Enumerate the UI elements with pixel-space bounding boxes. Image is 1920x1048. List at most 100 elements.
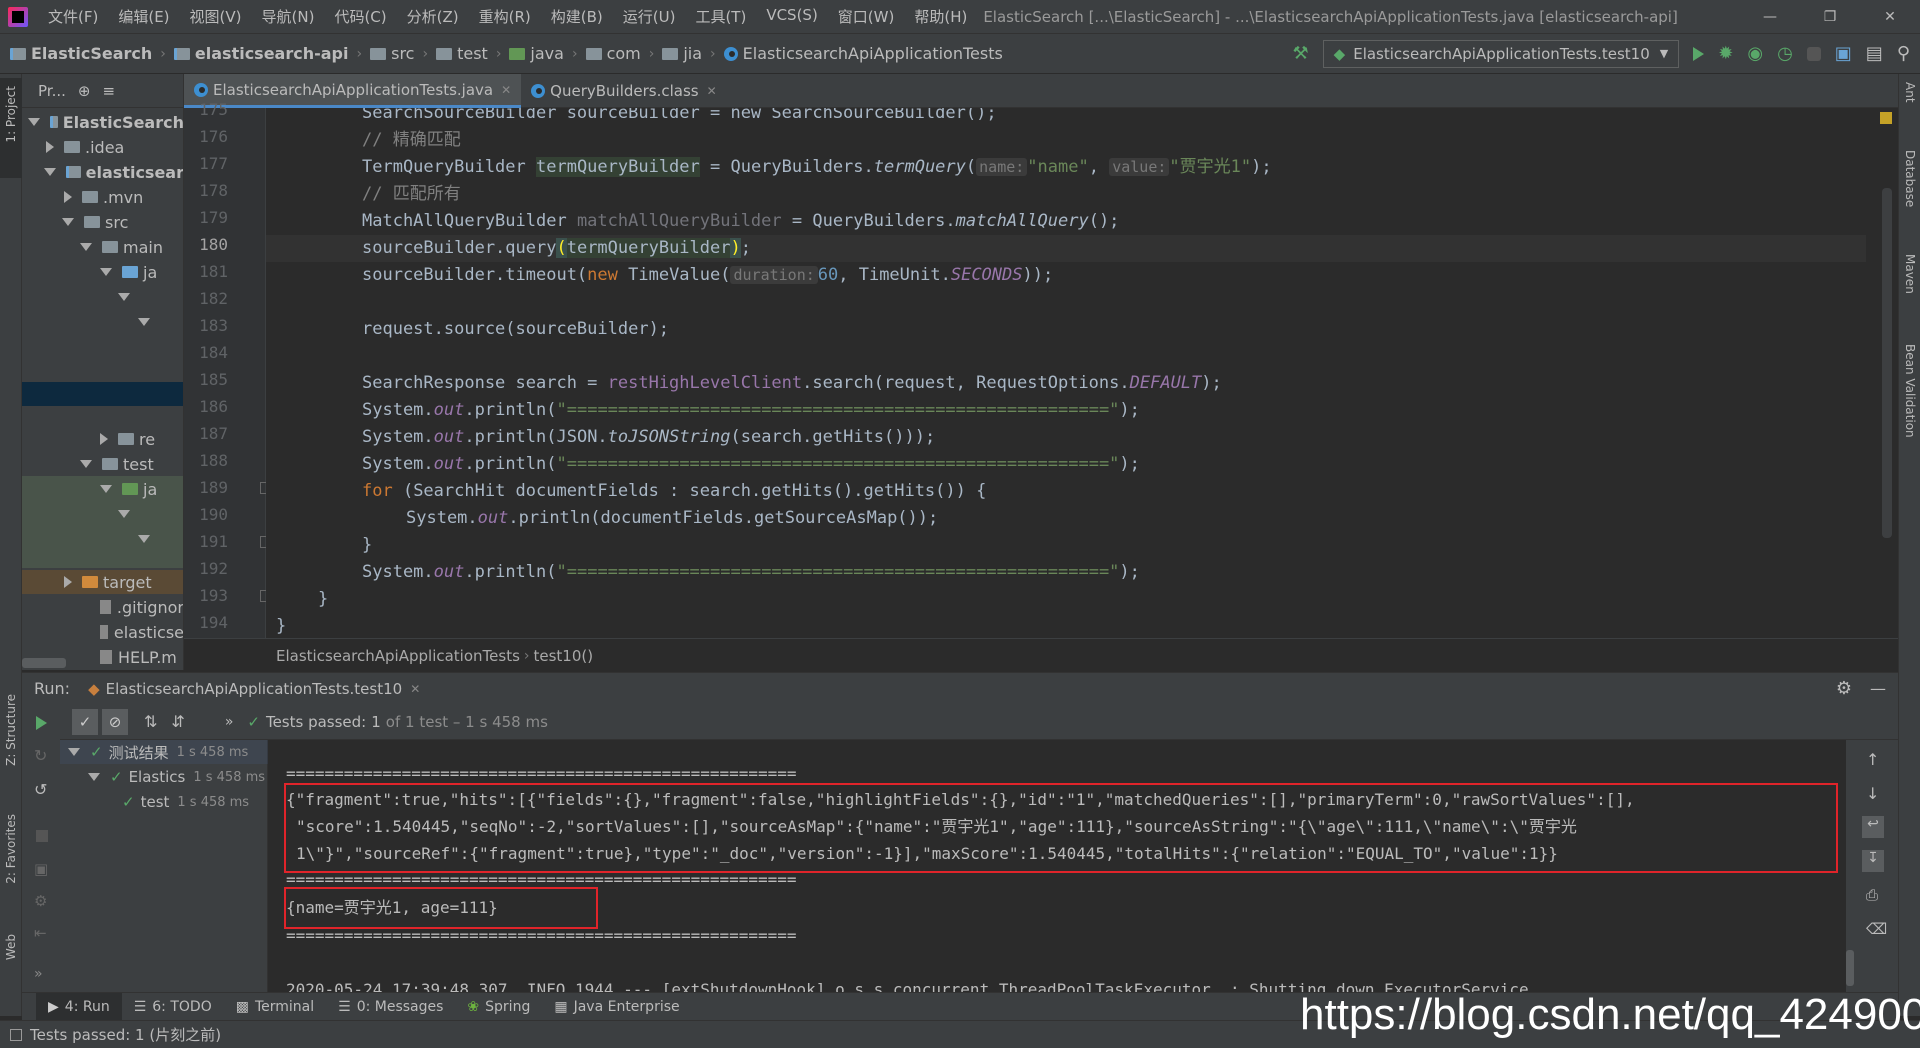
menu-help[interactable]: 帮助(H) bbox=[904, 6, 977, 27]
close-tab-icon[interactable]: ✕ bbox=[410, 682, 420, 696]
menu-tools[interactable]: 工具(T) bbox=[685, 6, 756, 27]
scroll-to-end-icon[interactable]: ↧ bbox=[1862, 850, 1884, 872]
project-tool-tab[interactable]: 1: Project bbox=[0, 78, 22, 178]
favorites-tool-label[interactable]: 2: Favorites bbox=[4, 814, 18, 884]
tab-terminal[interactable]: ▩ Terminal bbox=[224, 993, 326, 1021]
print-icon[interactable]: ⎙ bbox=[1866, 886, 1878, 904]
test-root[interactable]: ✓ 测试结果 1 s 458 ms bbox=[68, 740, 248, 764]
breadcrumb-module[interactable]: elasticsearch-api bbox=[170, 44, 353, 63]
build-hammer-icon[interactable]: ⚒ bbox=[1293, 43, 1309, 64]
run-icon[interactable] bbox=[1693, 46, 1705, 61]
tree-item-package[interactable] bbox=[22, 310, 183, 334]
minimize-icon[interactable]: — bbox=[1740, 9, 1800, 25]
tree-item-test[interactable]: test bbox=[22, 452, 183, 476]
breadcrumb-method[interactable]: test10() bbox=[534, 647, 594, 665]
minimize-panel-icon[interactable]: — bbox=[1870, 679, 1886, 698]
settings-icon[interactable]: ⚙ bbox=[34, 892, 47, 910]
tree-item-package[interactable] bbox=[22, 502, 183, 526]
tree-item-idea[interactable]: .idea bbox=[22, 135, 183, 159]
more-icon[interactable]: » bbox=[34, 966, 43, 982]
breadcrumb-test[interactable]: test bbox=[432, 44, 492, 63]
tab-messages[interactable]: ☰ 0: Messages bbox=[326, 993, 455, 1021]
tree-item-elasticsearch-api[interactable]: elasticsear bbox=[22, 160, 183, 184]
tree-item-package[interactable] bbox=[22, 285, 183, 309]
tree-item-test-java[interactable]: ja bbox=[22, 477, 183, 501]
trash-icon[interactable]: ⌫ bbox=[1866, 920, 1887, 938]
project-structure-icon[interactable]: ▣ bbox=[1835, 43, 1852, 64]
menu-build[interactable]: 构建(B) bbox=[541, 6, 613, 27]
project-view-select[interactable]: Pr... bbox=[38, 82, 66, 100]
gear-icon[interactable]: ⚙ bbox=[1836, 678, 1852, 699]
tab-spring[interactable]: ❀ Spring bbox=[455, 993, 542, 1021]
close-icon[interactable]: ✕ bbox=[1860, 9, 1920, 25]
menu-code[interactable]: 代码(C) bbox=[324, 6, 396, 27]
editor-scrollbar[interactable] bbox=[1882, 188, 1892, 538]
menu-file[interactable]: 文件(F) bbox=[38, 6, 108, 27]
locate-icon[interactable]: ⊕ bbox=[78, 82, 91, 100]
toggle-auto-test-icon[interactable]: ↺ bbox=[34, 780, 47, 799]
show-ignored-toggle[interactable]: ⊘ bbox=[102, 708, 128, 735]
run-tab[interactable]: ◆ ElasticsearchApiApplicationTests.test1… bbox=[88, 680, 420, 698]
menu-refactor[interactable]: 重构(R) bbox=[469, 6, 541, 27]
status-toggle-icon[interactable] bbox=[10, 1028, 22, 1041]
scroll-up-icon[interactable]: ↑ bbox=[1866, 750, 1879, 769]
tree-item-gitignore[interactable]: .gitignor bbox=[22, 595, 183, 619]
tree-item-resources[interactable]: re bbox=[22, 427, 183, 451]
tree-item-elasticsearch[interactable]: ElasticSearch bbox=[22, 110, 183, 134]
coverage-icon[interactable]: ◉ bbox=[1747, 43, 1763, 64]
sort-by-duration-icon[interactable]: ⇵ bbox=[171, 712, 184, 731]
more-icon[interactable]: » bbox=[225, 714, 234, 730]
bean-validation-tool-label[interactable]: Bean Validation bbox=[1903, 344, 1917, 438]
database-tool-label[interactable]: Database bbox=[1903, 150, 1917, 207]
sort-alphabetically-icon[interactable]: ⇅ bbox=[144, 712, 157, 731]
structure-tool-label[interactable]: Z: Structure bbox=[4, 694, 18, 766]
ant-tool-label[interactable]: Ant bbox=[1903, 82, 1917, 103]
soft-wrap-icon[interactable]: ↩ bbox=[1862, 816, 1884, 838]
restore-icon[interactable]: ❐ bbox=[1800, 9, 1860, 25]
test-class[interactable]: ✓ Elastics 1 s 458 ms bbox=[88, 765, 265, 789]
tab-java-enterprise[interactable]: ▦ Java Enterprise bbox=[542, 993, 691, 1021]
tree-item-iml[interactable]: elasticse bbox=[22, 620, 183, 644]
scroll-down-icon[interactable]: ↓ bbox=[1866, 784, 1879, 803]
breadcrumb-class[interactable]: ElasticsearchApiApplicationTests bbox=[276, 647, 520, 665]
layout-icon[interactable]: ▤ bbox=[1866, 43, 1883, 64]
close-tab-icon[interactable]: ✕ bbox=[707, 84, 717, 98]
tab-run[interactable]: ▶ 4: Run bbox=[36, 992, 122, 1021]
tree-item-package[interactable] bbox=[22, 527, 183, 551]
menu-vcs[interactable]: VCS(S) bbox=[756, 6, 827, 27]
menu-view[interactable]: 视图(V) bbox=[180, 6, 252, 27]
web-tool-label[interactable]: Web bbox=[4, 934, 18, 960]
menu-run[interactable]: 运行(U) bbox=[613, 6, 686, 27]
tree-item-src[interactable]: src bbox=[22, 210, 183, 234]
breadcrumb-src[interactable]: src bbox=[366, 44, 418, 63]
camera-icon[interactable]: ▣ bbox=[34, 860, 48, 878]
maven-tool-label[interactable]: Maven bbox=[1903, 254, 1917, 294]
tree-item-mvn[interactable]: .mvn bbox=[22, 185, 183, 209]
menu-navigate[interactable]: 导航(N) bbox=[252, 6, 325, 27]
breadcrumb-class[interactable]: ElasticsearchApiApplicationTests bbox=[720, 44, 1007, 63]
stop-icon[interactable] bbox=[36, 830, 48, 842]
search-icon[interactable]: ⚲ bbox=[1897, 43, 1910, 64]
close-tab-icon[interactable]: ✕ bbox=[501, 83, 511, 97]
rerun-failed-icon[interactable]: ↻ bbox=[34, 746, 47, 765]
warning-marker-icon[interactable] bbox=[1880, 112, 1892, 124]
breadcrumb-jia[interactable]: jia bbox=[658, 44, 706, 63]
breadcrumb-project[interactable]: ElasticSearch bbox=[0, 44, 156, 63]
tab-elasticsearch-tests[interactable]: ElasticsearchApiApplicationTests.java ✕ bbox=[184, 74, 522, 108]
console-scrollbar[interactable] bbox=[1846, 950, 1854, 986]
menu-window[interactable]: 窗口(W) bbox=[828, 6, 905, 27]
run-configuration-select[interactable]: ◆ ElasticsearchApiApplicationTests.test1… bbox=[1322, 39, 1680, 68]
rerun-icon[interactable] bbox=[36, 716, 47, 730]
tree-item-selected[interactable] bbox=[22, 382, 183, 406]
collapse-all-icon[interactable]: ≡ bbox=[102, 82, 115, 100]
breadcrumb-java[interactable]: java bbox=[505, 44, 568, 63]
menu-edit[interactable]: 编辑(E) bbox=[108, 6, 179, 27]
breadcrumb-com[interactable]: com bbox=[582, 44, 645, 63]
tab-todo[interactable]: ☰ 6: TODO bbox=[122, 993, 224, 1021]
profile-icon[interactable]: ◷ bbox=[1777, 43, 1793, 64]
console-output[interactable]: ========================================… bbox=[268, 740, 1846, 992]
test-method[interactable]: ✓ test 1 s 458 ms bbox=[122, 790, 249, 814]
tree-item-java[interactable]: ja bbox=[22, 260, 183, 284]
tab-querybuilders[interactable]: QueryBuilders.class ✕ bbox=[521, 74, 727, 108]
tree-item-main[interactable]: main bbox=[22, 235, 183, 259]
